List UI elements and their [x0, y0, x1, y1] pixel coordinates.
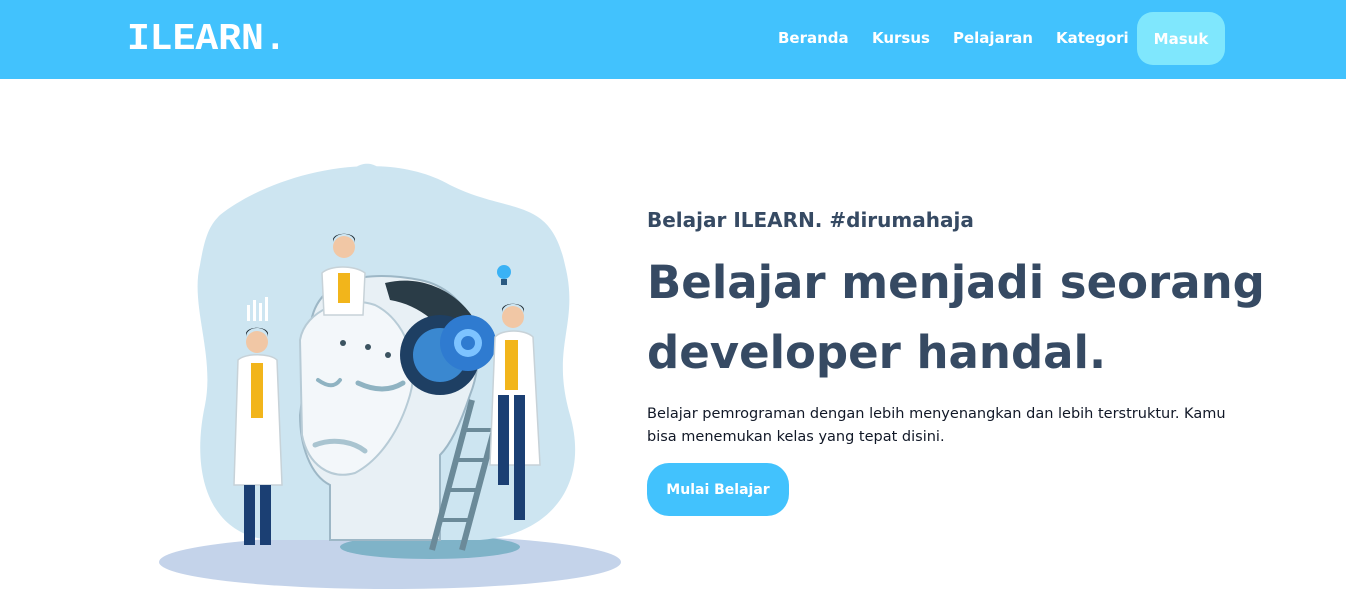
start-learning-button[interactable]: Mulai Belajar [647, 463, 789, 516]
login-button[interactable]: Masuk [1137, 12, 1225, 65]
hero-headline: Belajar menjadi seorang developer handal… [647, 256, 1265, 379]
nav-link-kategori[interactable]: Kategori [1056, 29, 1129, 47]
nav-link-pelajaran[interactable]: Pelajaran [953, 29, 1033, 47]
hero-eyebrow: Belajar ILEARN. #dirumahaja [647, 208, 974, 232]
nav-link-beranda[interactable]: Beranda [778, 29, 849, 47]
hero-description: Belajar pemrograman dengan lebih menyena… [647, 406, 1226, 445]
brand-logo[interactable]: ILEARN. [127, 18, 287, 61]
hero-illustration [150, 155, 630, 595]
navbar: ILEARN. Beranda Kursus Pelajaran Kategor… [0, 0, 1346, 79]
nav-link-kursus[interactable]: Kursus [872, 29, 930, 47]
